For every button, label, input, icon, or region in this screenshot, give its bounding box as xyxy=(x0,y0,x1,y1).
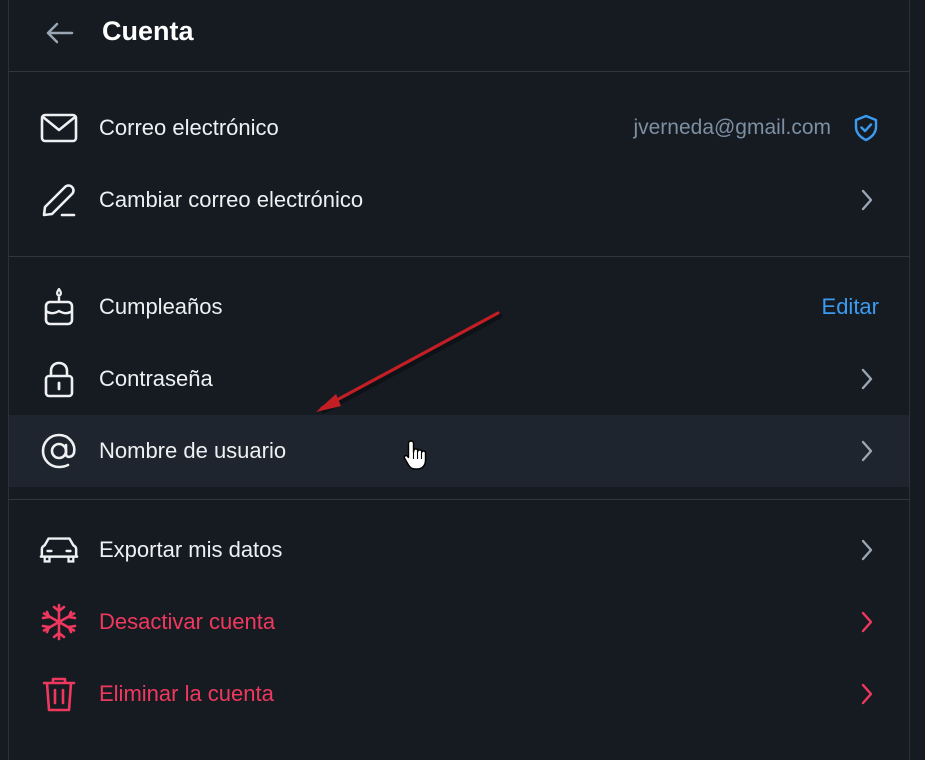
row-delete-account[interactable]: Eliminar la cuenta xyxy=(9,658,909,730)
row-email[interactable]: Correo electrónico jverneda@gmail.com xyxy=(9,92,909,164)
car-icon xyxy=(39,530,79,570)
row-username[interactable]: Nombre de usuario xyxy=(9,415,909,487)
row-label: Nombre de usuario xyxy=(99,438,287,463)
trash-icon xyxy=(39,674,79,714)
data-section: Exportar mis datos Desactivar cuenta Eli… xyxy=(9,500,909,730)
edit-birthday-link[interactable]: Editar xyxy=(822,294,879,320)
security-section: Cumpleaños Editar Contraseña Nombre de u… xyxy=(9,257,909,500)
row-label: Desactivar cuenta xyxy=(99,609,276,634)
arrow-left-icon xyxy=(46,22,74,44)
mail-icon xyxy=(39,108,79,148)
row-export-data[interactable]: Exportar mis datos xyxy=(9,514,909,586)
row-birthday: Cumpleaños Editar xyxy=(9,271,909,343)
email-value: jverneda@gmail.com xyxy=(633,116,831,139)
chevron-right-icon xyxy=(855,610,879,634)
lock-icon xyxy=(39,359,79,399)
cake-icon xyxy=(39,287,79,327)
chevron-right-icon xyxy=(855,367,879,391)
chevron-right-icon xyxy=(855,439,879,463)
hand-cursor-icon xyxy=(403,440,427,470)
row-label: Exportar mis datos xyxy=(99,537,283,562)
chevron-right-icon xyxy=(855,538,879,562)
snowflake-icon xyxy=(39,602,79,642)
row-deactivate-account[interactable]: Desactivar cuenta xyxy=(9,586,909,658)
pencil-icon xyxy=(39,180,79,220)
page-title: Cuenta xyxy=(102,16,194,46)
row-label: Eliminar la cuenta xyxy=(99,681,274,706)
account-settings-panel: Cuenta Correo electrónico jverneda@gmail… xyxy=(8,0,910,760)
back-button[interactable] xyxy=(41,18,77,48)
row-password[interactable]: Contraseña xyxy=(9,343,909,415)
row-label: Contraseña xyxy=(99,366,213,391)
row-label: Correo electrónico xyxy=(99,115,279,140)
at-sign-icon xyxy=(39,431,79,471)
header: Cuenta xyxy=(9,0,909,72)
email-section: Correo electrónico jverneda@gmail.com Ca… xyxy=(9,72,909,257)
row-change-email[interactable]: Cambiar correo electrónico xyxy=(9,164,909,236)
shield-check-icon xyxy=(851,113,881,143)
chevron-right-icon xyxy=(855,682,879,706)
row-label: Cambiar correo electrónico xyxy=(99,187,364,212)
chevron-right-icon xyxy=(855,188,879,212)
row-label: Cumpleaños xyxy=(99,294,223,319)
